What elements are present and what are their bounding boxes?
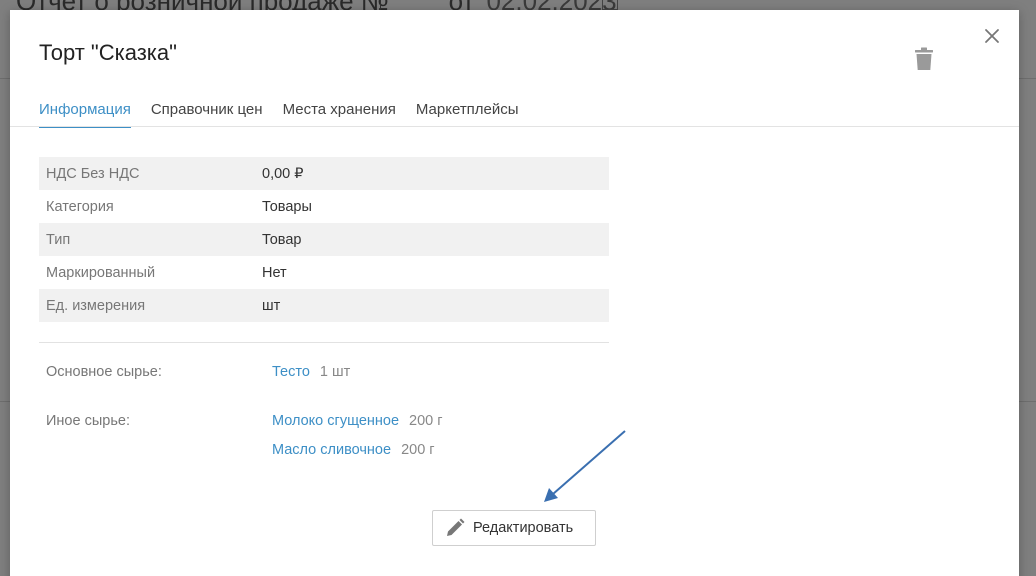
tab-marketplaces[interactable]: Маркетплейсы [416,98,519,128]
property-label: Маркированный [46,264,156,281]
delete-button[interactable] [913,47,935,71]
property-label: Тип [46,231,71,248]
property-value: Товар [262,231,302,248]
trash-icon [915,47,933,70]
property-value: шт [262,297,281,314]
close-icon [985,29,999,43]
tab-bar: Информация Справочник цен Места хранения… [39,98,1019,128]
raw-item: Масло сливочное 200 г [272,442,443,471]
raw-item-link[interactable]: Тесто [272,364,310,380]
tabs-divider [10,126,1019,127]
background-divider [0,401,10,402]
main-raw-list: Тесто 1 шт [272,364,350,393]
property-label: НДС Без НДС [46,165,140,182]
property-label: Ед. измерения [46,297,146,314]
property-label: Категория [46,198,114,215]
background-divider [0,78,10,79]
tab-information[interactable]: Информация [39,98,131,128]
other-raw-label: Иное сырье: [46,413,130,429]
raw-item-qty: 200 г [409,413,443,429]
background-divider [1019,78,1036,79]
edit-button-label: Редактировать [473,520,574,536]
background-divider [1019,401,1036,402]
property-row-vat: НДС Без НДС 0,00 ₽ [39,157,609,190]
edit-button[interactable]: Редактировать [432,510,596,546]
raw-item-link[interactable]: Молоко сгущенное [272,413,399,429]
raw-item-qty: 1 шт [319,364,351,380]
property-row-marked: Маркированный Нет [39,256,609,289]
close-button[interactable] [980,24,1004,48]
property-row-type: Тип Товар [39,223,609,256]
property-value: 0,00 ₽ [262,165,304,182]
tab-price-list[interactable]: Справочник цен [151,98,263,128]
background-calendar-icon [602,0,618,10]
raw-item: Тесто 1 шт [272,364,350,393]
raw-item-qty: 200 г [401,442,435,458]
raw-item: Молоко сгущенное 200 г [272,413,443,442]
properties-table: НДС Без НДС 0,00 ₽ Категория Товары Тип … [39,157,609,322]
property-value: Нет [262,264,287,281]
product-modal: Торт "Сказка" Информация Справочник цен … [10,10,1019,576]
property-value: Товары [262,198,312,215]
main-raw-label: Основное сырье: [46,364,162,380]
property-row-category: Категория Товары [39,190,609,223]
tab-storage-locations[interactable]: Места хранения [283,98,396,128]
property-row-unit: Ед. измерения шт [39,289,609,322]
raw-item-link[interactable]: Масло сливочное [272,442,391,458]
pencil-icon [447,518,465,536]
section-divider [39,342,609,343]
other-raw-list: Молоко сгущенное 200 г Масло сливочное 2… [272,413,443,471]
modal-title: Торт "Сказка" [39,40,177,65]
